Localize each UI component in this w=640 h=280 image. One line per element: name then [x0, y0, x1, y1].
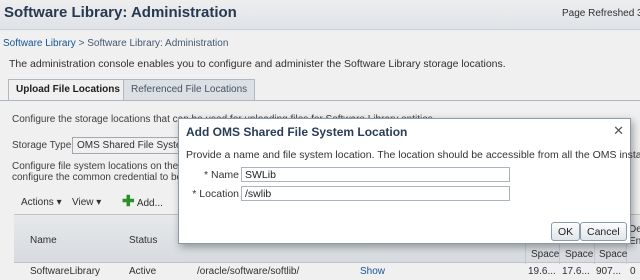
close-icon[interactable]: ✕	[613, 123, 624, 139]
ok-button[interactable]: OK	[551, 222, 581, 241]
location-field-label: * Location	[192, 188, 239, 200]
dialog-description: Provide a name and file system location.…	[186, 149, 640, 161]
dialog-title: Add OMS Shared File System Location	[186, 125, 408, 139]
add-location-dialog: Add OMS Shared File System Location ✕ Pr…	[178, 118, 640, 244]
cancel-button[interactable]: Cancel	[580, 222, 627, 241]
location-input[interactable]	[241, 186, 510, 201]
name-field-label: * Name	[203, 169, 239, 181]
name-input[interactable]	[241, 167, 510, 182]
